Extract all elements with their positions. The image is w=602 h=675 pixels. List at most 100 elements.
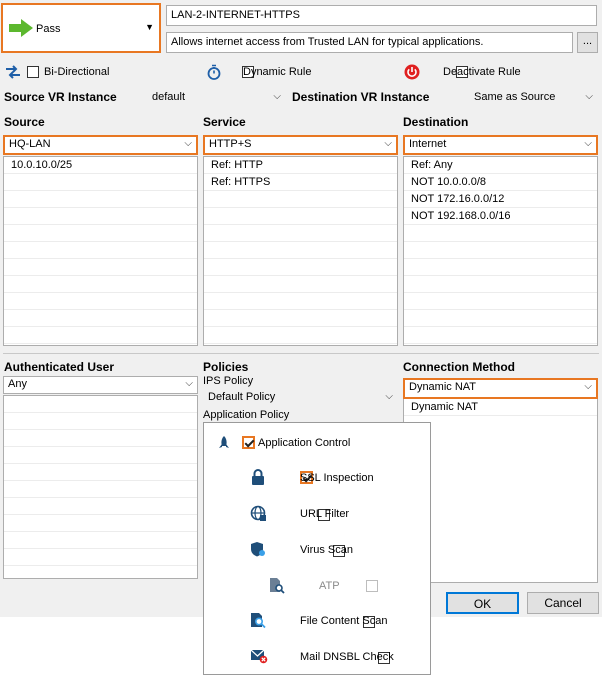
- list-item: [204, 208, 397, 225]
- file-content-scan-label: File Content Scan: [300, 615, 388, 627]
- ips-policy-value: Default Policy: [208, 391, 276, 403]
- list-item[interactable]: Ref: HTTPS: [204, 174, 397, 191]
- list-item: [204, 191, 397, 208]
- action-selector[interactable]: Pass ▼: [1, 3, 161, 53]
- list-item[interactable]: 10.0.10.0/25: [4, 157, 197, 174]
- list-item: [404, 276, 597, 293]
- service-select[interactable]: HTTP+S ⌵: [203, 135, 398, 155]
- connection-method-label: Connection Method: [403, 360, 515, 374]
- bidirectional-checkbox[interactable]: [27, 66, 39, 79]
- source-selected: HQ-LAN: [9, 138, 51, 150]
- list-item: [4, 242, 197, 259]
- file-scan-icon: [251, 613, 266, 629]
- cancel-button[interactable]: Cancel: [527, 592, 599, 614]
- chevron-down-icon: ⌵: [384, 138, 392, 149]
- ok-button[interactable]: OK: [446, 592, 519, 614]
- rule-name-field[interactable]: LAN-2-INTERNET-HTTPS: [166, 5, 597, 26]
- list-item: [4, 413, 197, 430]
- application-policy-label: Application Policy: [203, 409, 290, 421]
- power-icon: [404, 64, 420, 80]
- deactivate-rule-label: Deactivate Rule: [443, 66, 521, 78]
- destination-label: Destination: [403, 115, 469, 129]
- mail-blocked-icon: [250, 649, 268, 664]
- application-control-checkbox[interactable]: [242, 436, 255, 449]
- chevron-down-icon: ⌵: [385, 391, 393, 402]
- more-button[interactable]: ...: [577, 32, 598, 53]
- list-item: [4, 191, 197, 208]
- action-label: Pass: [36, 23, 61, 35]
- list-item: [204, 225, 397, 242]
- connection-method-selected: Dynamic NAT: [409, 381, 477, 393]
- list-item[interactable]: NOT 172.16.0.0/12: [404, 191, 597, 208]
- shield-virus-icon: [251, 542, 265, 557]
- application-policy-menu: Application Control SSL Inspection URL F…: [203, 422, 431, 675]
- rule-description-field[interactable]: Allows internet access from Trusted LAN …: [166, 32, 573, 53]
- list-item: [204, 276, 397, 293]
- document-search-icon: [270, 578, 285, 594]
- bidirectional-label: Bi-Directional: [44, 66, 110, 78]
- atp-checkbox[interactable]: [366, 579, 379, 592]
- list-item[interactable]: NOT 10.0.0.0/8: [404, 174, 597, 191]
- list-item: [204, 327, 397, 344]
- connection-method-select[interactable]: Dynamic NAT ⌵: [403, 378, 598, 399]
- chevron-down-icon: ⌵: [185, 378, 193, 389]
- ips-policy-select[interactable]: Default Policy ⌵: [203, 389, 398, 407]
- dynamic-rule-label: Dynamic Rule: [243, 66, 312, 78]
- destination-vr-select[interactable]: Same as Source ⌵: [469, 89, 598, 106]
- list-item: [4, 276, 197, 293]
- chevron-down-icon: ⌵: [584, 138, 592, 149]
- authenticated-user-select[interactable]: Any ⌵: [3, 376, 198, 394]
- connection-method-list[interactable]: Dynamic NAT: [403, 399, 598, 583]
- source-label: Source: [4, 115, 45, 129]
- virus-scan-label: Virus Scan: [300, 544, 353, 556]
- source-vr-select[interactable]: default ⌵: [147, 89, 286, 106]
- list-item[interactable]: Dynamic NAT: [404, 399, 597, 416]
- list-item: [4, 532, 197, 549]
- list-item: [4, 515, 197, 532]
- list-item: [204, 293, 397, 310]
- globe-icon: [250, 505, 266, 521]
- list-item: [4, 310, 197, 327]
- list-item: [404, 225, 597, 242]
- divider: [3, 353, 599, 354]
- list-item: [4, 208, 197, 225]
- lock-icon: [252, 469, 264, 485]
- service-list[interactable]: Ref: HTTP Ref: HTTPS: [203, 156, 398, 346]
- source-vr-value: default: [152, 91, 186, 103]
- list-item: [404, 242, 597, 259]
- destination-vr-label: Destination VR Instance: [292, 90, 430, 104]
- list-item: [4, 225, 197, 242]
- ips-policy-label: IPS Policy: [203, 375, 254, 387]
- list-item: [4, 174, 197, 191]
- list-item: [4, 498, 197, 515]
- list-item[interactable]: NOT 192.168.0.0/16: [404, 208, 597, 225]
- list-item[interactable]: Ref: Any: [404, 157, 597, 174]
- list-item: [404, 259, 597, 276]
- list-item: [4, 259, 197, 276]
- list-item: [404, 310, 597, 327]
- list-item: [4, 396, 197, 413]
- chevron-down-icon: ⌵: [585, 91, 593, 102]
- list-item: [204, 259, 397, 276]
- destination-select[interactable]: Internet ⌵: [403, 135, 598, 155]
- authenticated-user-label: Authenticated User: [4, 360, 115, 374]
- bidirectional-icon: [6, 65, 20, 79]
- list-item: [4, 481, 197, 498]
- rocket-icon: [219, 436, 229, 448]
- source-select[interactable]: HQ-LAN ⌵: [3, 135, 198, 155]
- source-list[interactable]: 10.0.10.0/25: [3, 156, 198, 346]
- chevron-down-icon: ⌵: [584, 381, 592, 392]
- list-item: [204, 242, 397, 259]
- authenticated-user-selected: Any: [8, 378, 27, 390]
- destination-vr-value: Same as Source: [474, 91, 556, 103]
- chevron-down-icon: ⌵: [273, 91, 281, 102]
- application-control-label: Application Control: [258, 437, 351, 449]
- list-item: [4, 430, 197, 447]
- authenticated-user-list[interactable]: [3, 395, 198, 579]
- destination-list[interactable]: Ref: Any NOT 10.0.0.0/8 NOT 172.16.0.0/1…: [403, 156, 598, 346]
- right-arrow-icon: [9, 19, 33, 37]
- service-selected: HTTP+S: [209, 138, 252, 150]
- list-item[interactable]: Ref: HTTP: [204, 157, 397, 174]
- destination-selected: Internet: [409, 138, 447, 150]
- list-item: [204, 310, 397, 327]
